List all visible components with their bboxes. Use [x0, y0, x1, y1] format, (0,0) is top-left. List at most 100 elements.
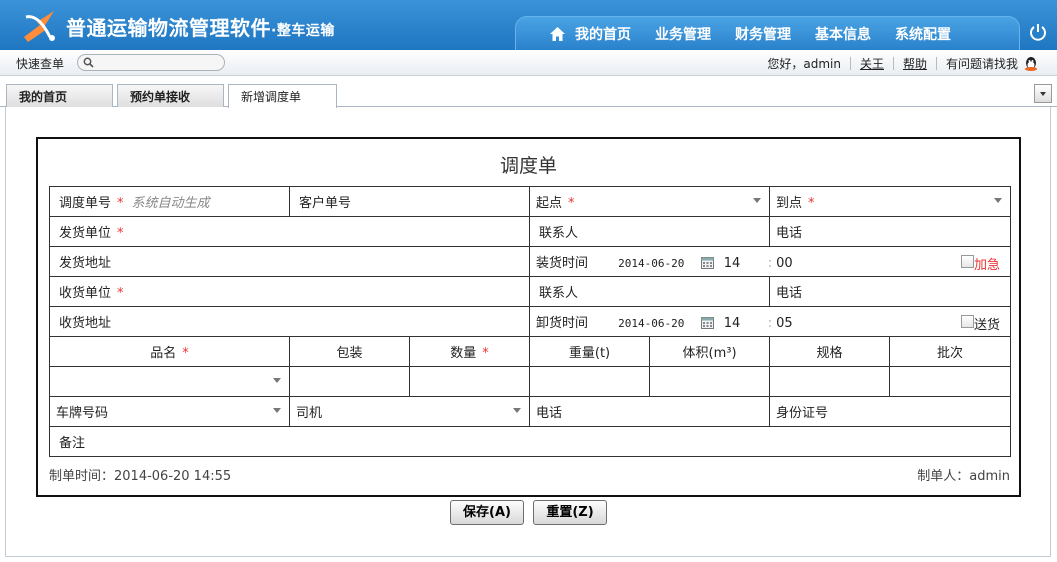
field-label: 电话: [776, 286, 803, 301]
shipper-contact-field[interactable]: 联系人: [529, 216, 771, 247]
field-label: 发货单位: [59, 226, 112, 241]
save-button[interactable]: 保存(A): [450, 500, 524, 525]
shipper-phone-field[interactable]: 电话: [769, 216, 1012, 247]
field-label: 卸货时间: [536, 316, 589, 331]
toolbar: 快速查单 您好，admin 关王 帮助 有问题请找我: [0, 50, 1057, 76]
load-date-input[interactable]: 2014-06-20: [618, 257, 684, 270]
consignee-contact-field[interactable]: 联系人: [529, 276, 771, 307]
goods-batch-input[interactable]: [889, 366, 1012, 397]
tab-bar: 我的首页 预约单接收 新增调度单: [0, 84, 1057, 108]
field-label: 收货地址: [59, 316, 112, 331]
goods-header-row: 品名 * 包装 数量 * 重量(t) 体积(m³) 规格 批次: [49, 336, 1012, 367]
customer-no-field[interactable]: 客户单号: [288, 186, 531, 217]
origin-select[interactable]: 起点 *: [529, 186, 771, 217]
field-label: 司机: [296, 406, 323, 421]
nav-item-home[interactable]: 我的首页: [550, 24, 631, 44]
required-mark: *: [182, 346, 189, 361]
field-label: 客户单号: [299, 196, 352, 211]
form-row: 备注: [48, 426, 1012, 457]
form-row: 发货单位 * 联系人 电话: [48, 216, 1012, 247]
tab-home[interactable]: 我的首页: [6, 84, 113, 107]
user-link[interactable]: 关王: [860, 55, 884, 72]
nav-item-finance[interactable]: 财务管理: [735, 24, 791, 44]
plate-select[interactable]: 车牌号码: [49, 396, 290, 427]
form-row: 发货地址 装货时间 2014-06-20 14:00 加急: [48, 246, 1012, 277]
unload-minute-input[interactable]: 05: [776, 316, 793, 331]
remark-field[interactable]: 备注: [48, 426, 1012, 457]
field-label: 备注: [59, 436, 86, 451]
delivery-label: 送货: [974, 318, 1001, 333]
urgent-label: 加急: [974, 258, 1001, 273]
home-icon: [550, 27, 565, 41]
unload-date-input[interactable]: 2014-06-20: [618, 317, 684, 330]
recv-address-field[interactable]: 收货地址: [48, 306, 531, 337]
field-label: 身份证号: [776, 406, 829, 421]
col-header-volume: 体积(m³): [649, 336, 771, 367]
required-mark: *: [117, 286, 124, 301]
load-hour-input[interactable]: 14: [724, 256, 764, 271]
driver-select[interactable]: 司机: [288, 396, 531, 427]
goods-volume-input[interactable]: [649, 366, 771, 397]
time-separator: :: [767, 316, 773, 331]
ship-address-field[interactable]: 发货地址: [48, 246, 531, 277]
required-mark: *: [117, 196, 124, 211]
nav-item-basic-info[interactable]: 基本信息: [815, 24, 871, 44]
form-footer: 制单时间：2014-06-20 14:55 制单人：admin: [49, 465, 1010, 484]
tab-list-dropdown[interactable]: [1034, 84, 1052, 103]
goods-input-row: [49, 366, 1012, 397]
quick-search-label: 快速查单: [16, 57, 65, 71]
tab-reservation[interactable]: 预约单接收: [117, 84, 224, 107]
field-label: 装货时间: [536, 256, 589, 271]
field-label: 联系人: [539, 286, 579, 301]
main-nav: 我的首页 业务管理 财务管理 基本信息 系统配置: [550, 24, 975, 44]
goods-qty-input[interactable]: [408, 366, 531, 397]
contact-link[interactable]: 有问题请找我: [946, 55, 1018, 72]
nav-item-system-config[interactable]: 系统配置: [895, 24, 951, 44]
goods-pack-input[interactable]: [289, 366, 410, 397]
power-icon[interactable]: [1029, 23, 1047, 41]
col-header-pack: 包装: [289, 336, 410, 367]
time-separator: :: [767, 256, 773, 271]
form-title: 调度单: [499, 155, 557, 177]
nav-item-label: 我的首页: [575, 27, 631, 43]
field-label: 电话: [776, 226, 803, 241]
divider: [849, 57, 851, 70]
consignee-field[interactable]: 收货单位 *: [48, 276, 531, 307]
reset-button[interactable]: 重置(Z): [533, 500, 607, 525]
goods-weight-input[interactable]: [529, 366, 651, 397]
dispatch-no-field[interactable]: 调度单号 * 系统自动生成: [49, 186, 290, 217]
goods-name-select[interactable]: [49, 366, 290, 397]
unload-time-field: 卸货时间 2014-06-20 14:05 送货: [529, 306, 1012, 337]
form-row: 收货单位 * 联系人 电话: [48, 276, 1012, 307]
logo-icon: [24, 11, 55, 42]
urgent-checkbox[interactable]: [961, 255, 975, 268]
id-number-field[interactable]: 身份证号: [769, 396, 1012, 427]
help-link[interactable]: 帮助: [903, 55, 927, 72]
quick-search-input[interactable]: [77, 54, 225, 71]
required-mark: *: [482, 346, 489, 361]
divider: [892, 57, 894, 70]
qq-icon[interactable]: [1023, 56, 1039, 72]
tab-new-dispatch[interactable]: 新增调度单: [228, 84, 337, 108]
unload-hour-input[interactable]: 14: [724, 316, 764, 331]
goods-spec-input[interactable]: [769, 366, 891, 397]
created-time: 制单时间：2014-06-20 14:55: [49, 469, 232, 484]
col-header-name: 品名 *: [49, 336, 290, 367]
chevron-down-icon: [1040, 92, 1046, 96]
consignee-phone-field[interactable]: 电话: [769, 276, 1012, 307]
dispatch-form: 调度单 调度单号 * 系统自动生成 客户单号 起点 * 到点 * 发货单位 * 联系人 电…: [36, 137, 1021, 497]
destination-select[interactable]: 到点 *: [769, 186, 1012, 217]
field-label: 车牌号码: [56, 406, 109, 421]
creator: 制单人：admin: [917, 469, 1010, 484]
chevron-down-icon: [994, 198, 1003, 203]
chevron-down-icon: [273, 408, 281, 413]
delivery-checkbox[interactable]: [961, 315, 975, 328]
calendar-icon[interactable]: [700, 257, 714, 269]
shipper-field[interactable]: 发货单位 *: [48, 216, 531, 247]
load-minute-input[interactable]: 00: [776, 256, 793, 271]
nav-item-business[interactable]: 业务管理: [655, 24, 711, 44]
required-mark: *: [568, 196, 575, 211]
calendar-icon[interactable]: [700, 317, 714, 329]
driver-phone-field[interactable]: 电话: [529, 396, 771, 427]
divider: [935, 57, 937, 70]
